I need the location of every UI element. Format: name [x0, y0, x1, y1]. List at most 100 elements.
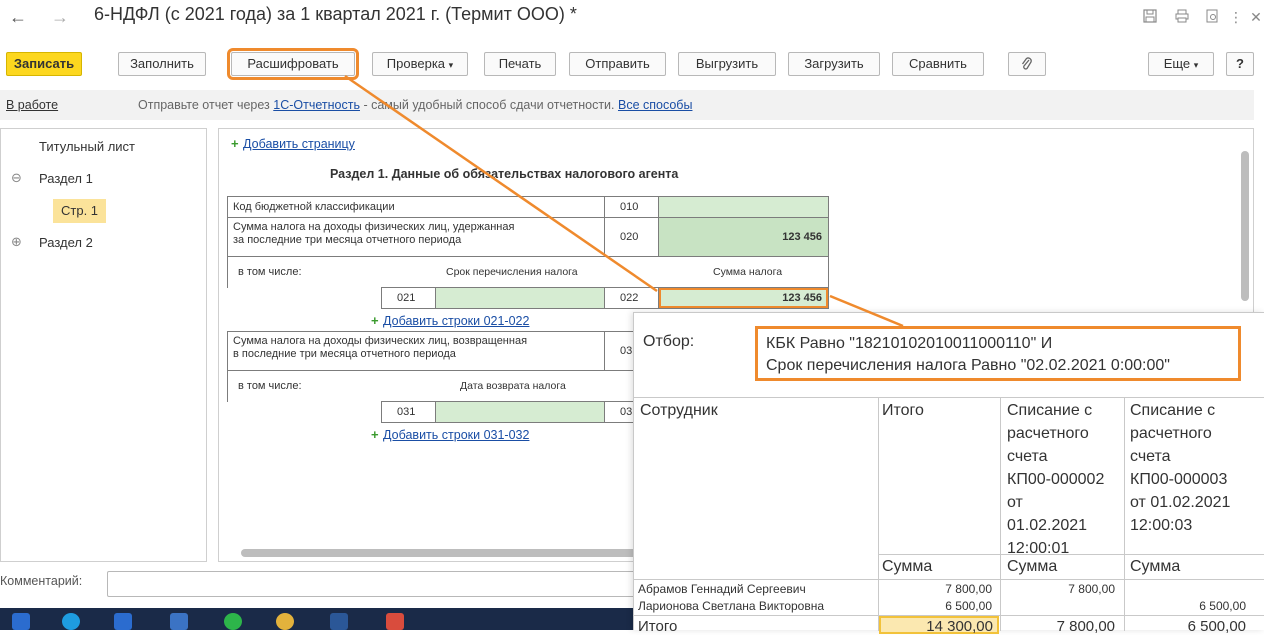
add-rows-031-link[interactable]: Добавить строки 031-032: [383, 428, 529, 442]
section-title: Раздел 1. Данные об обязательствах налог…: [330, 167, 679, 181]
nav-item-section-1[interactable]: Раздел 1: [39, 171, 93, 186]
browser-icon[interactable]: [276, 613, 294, 630]
col-a-line: 01.02.2021: [1007, 517, 1088, 534]
table-row-name[interactable]: Абрамов Геннадий Сергеевич: [638, 582, 806, 596]
col-a-line: Списание с: [1007, 402, 1093, 419]
code-021: 021: [397, 292, 416, 304]
col-b-line: расчетного: [1130, 425, 1212, 442]
pdf-icon[interactable]: [386, 613, 404, 630]
export-button[interactable]: Выгрузить: [678, 52, 776, 76]
more-button[interactable]: Еще ▾: [1148, 52, 1214, 76]
attach-button[interactable]: [1008, 52, 1046, 76]
table-row-b[interactable]: 6 500,00: [1199, 599, 1246, 613]
returned-code: 03: [620, 345, 633, 357]
info-text-before: Отправьте отчет через: [138, 98, 274, 112]
check-button[interactable]: Проверка ▾: [372, 52, 468, 76]
incl-label: в том числе:: [238, 266, 302, 278]
reporting-link[interactable]: 1С-Отчетность: [273, 98, 360, 112]
filter-line-2: Срок перечисления налога Равно "02.02.20…: [766, 357, 1170, 374]
tax-sum-input[interactable]: 123 456: [658, 287, 829, 309]
return-date-input[interactable]: [435, 401, 605, 423]
total-row-total[interactable]: 14 300,00: [879, 616, 999, 635]
table-row-a[interactable]: 7 800,00: [1068, 582, 1115, 596]
col-b-header: Списание с расчетного счета КП00-000003 …: [1130, 399, 1230, 537]
code-031: 031: [397, 406, 416, 418]
nav-item-section-2[interactable]: Раздел 2: [39, 235, 93, 250]
filter-box: КБК Равно "18210102010011000110" И Срок …: [755, 326, 1241, 381]
plus-icon: +: [231, 136, 239, 151]
help-button[interactable]: ?: [1226, 52, 1254, 76]
add-rows-021-link[interactable]: Добавить строки 021-022: [383, 314, 529, 328]
term-input[interactable]: [435, 287, 605, 309]
explorer-icon[interactable]: [170, 613, 188, 630]
col-b-line: Списание с: [1130, 402, 1216, 419]
more-button-label: Еще: [1163, 56, 1191, 71]
kbk-code-cell: 010: [604, 196, 659, 218]
page-title: 6-НДФЛ (с 2021 года) за 1 квартал 2021 г…: [94, 4, 577, 24]
preview-icon[interactable]: [1204, 9, 1220, 25]
comment-field[interactable]: [107, 571, 637, 597]
col-a-line: от: [1007, 494, 1023, 511]
kbk-input[interactable]: [658, 196, 829, 218]
save-icon[interactable]: [1142, 9, 1158, 25]
table-row-total[interactable]: 7 800,00: [945, 582, 992, 596]
decode-button[interactable]: Расшифровать: [227, 48, 359, 80]
nav-item-page-1[interactable]: Стр. 1: [53, 199, 107, 223]
status-link[interactable]: В работе: [6, 90, 58, 120]
word-icon[interactable]: [330, 613, 348, 630]
kbk-code: 010: [620, 201, 639, 213]
col-b-line: от 01.02.2021: [1130, 494, 1231, 511]
withheld-input[interactable]: 123 456: [658, 217, 829, 257]
add-page-link[interactable]: Добавить страницу: [243, 137, 355, 151]
filter-line-1: КБК Равно "18210102010011000110" И: [766, 335, 1053, 352]
whatsapp-icon[interactable]: [224, 613, 242, 630]
incl-label-2: в том числе:: [238, 380, 302, 392]
skype-icon[interactable]: [62, 613, 80, 630]
returned-label-line1: Сумма налога на доходы физических лиц, в…: [233, 335, 528, 347]
kbk-label: Код бюджетной классификации: [233, 201, 395, 213]
total-row-a[interactable]: 7 800,00: [1057, 618, 1115, 635]
table-row-name[interactable]: Ларионова Светлана Викторовна: [638, 599, 824, 613]
col-a-line: КП00-000002: [1007, 471, 1105, 488]
app-icon[interactable]: [12, 613, 30, 630]
add-rows-021-row: + Добавить строки 021-022: [371, 312, 529, 330]
chevron-down-icon: ▾: [1193, 60, 1199, 70]
col-a-line: счета: [1007, 448, 1048, 465]
kbk-label-cell: Код бюджетной классификации: [227, 196, 605, 218]
toolbar: Записать Заполнить Расшифровать Проверка…: [0, 46, 1264, 82]
col-b-line: 12:00:03: [1130, 517, 1193, 534]
col-employee-header: Сотрудник: [640, 402, 718, 419]
withheld-label-line1: Сумма налога на доходы физических лиц, у…: [233, 221, 515, 233]
all-methods-link[interactable]: Все способы: [618, 98, 692, 112]
close-icon[interactable]: ✕: [1248, 9, 1264, 25]
forward-arrow-icon[interactable]: →: [50, 7, 70, 27]
print-button[interactable]: Печать: [484, 52, 556, 76]
incl-header-2: в том числе: Дата возврата налога: [227, 370, 647, 402]
total-row-b[interactable]: 6 500,00: [1188, 618, 1246, 635]
taskbar: [0, 608, 640, 630]
nav-item-title-page[interactable]: Титульный лист: [39, 139, 135, 154]
more-icon[interactable]: ⋮: [1228, 9, 1244, 25]
back-arrow-icon[interactable]: ←: [8, 7, 28, 27]
send-button[interactable]: Отправить: [569, 52, 666, 76]
withheld-code-cell: 020: [604, 217, 659, 257]
code-031-cell: 031: [381, 401, 436, 423]
vertical-scrollbar[interactable]: [1241, 151, 1249, 301]
withheld-label-line2: за последние три месяца отчетного период…: [233, 234, 462, 246]
outlook-icon[interactable]: [114, 613, 132, 630]
sum-label: Сумма налога: [713, 266, 783, 278]
filter-label: Отбор:: [643, 333, 695, 350]
write-button[interactable]: Записать: [6, 52, 82, 76]
expand-icon[interactable]: ⊕: [11, 234, 22, 250]
fill-button[interactable]: Заполнить: [118, 52, 206, 76]
total-row-label: Итого: [638, 618, 678, 635]
import-button[interactable]: Загрузить: [788, 52, 880, 76]
withheld-label-cell: Сумма налога на доходы физических лиц, у…: [227, 217, 605, 257]
add-page-row: + Добавить страницу: [231, 135, 355, 153]
compare-button[interactable]: Сравнить: [892, 52, 984, 76]
table-row-total[interactable]: 6 500,00: [945, 599, 992, 613]
collapse-icon[interactable]: ⊖: [11, 170, 22, 186]
col-b-line: счета: [1130, 448, 1171, 465]
horizontal-scrollbar[interactable]: [241, 549, 641, 557]
print-icon[interactable]: [1174, 9, 1190, 25]
